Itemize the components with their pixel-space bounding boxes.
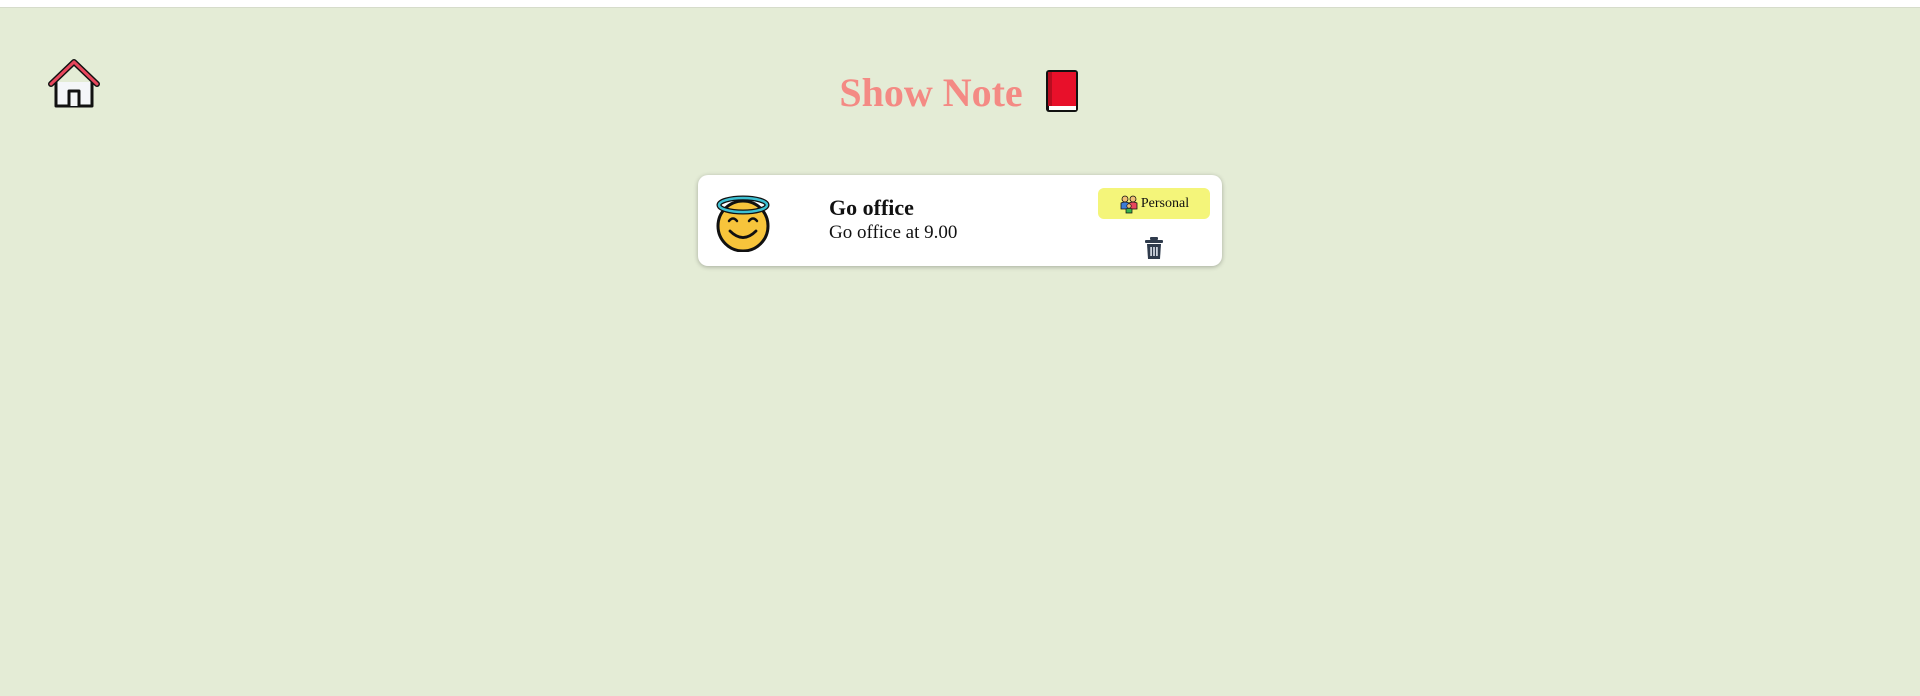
note-title: Go office <box>829 195 914 220</box>
category-label: Personal <box>1140 195 1190 211</box>
category-badge[interactable]: Personal <box>1098 188 1210 219</box>
delete-note-button[interactable] <box>1143 236 1165 260</box>
page-title: Show Note <box>0 60 1920 122</box>
family-icon <box>1119 194 1139 214</box>
closed-red-book-icon <box>1043 68 1081 114</box>
smiling-face-with-halo-icon <box>714 194 772 252</box>
note-body: Go office at 9.00 <box>829 222 958 243</box>
note-card[interactable]: Go office Go office at 9.00 Personal <box>698 175 1222 266</box>
page-title-text: Show Note <box>839 69 1023 115</box>
trash-can-icon <box>1143 236 1165 260</box>
browser-top-strip <box>0 0 1920 8</box>
